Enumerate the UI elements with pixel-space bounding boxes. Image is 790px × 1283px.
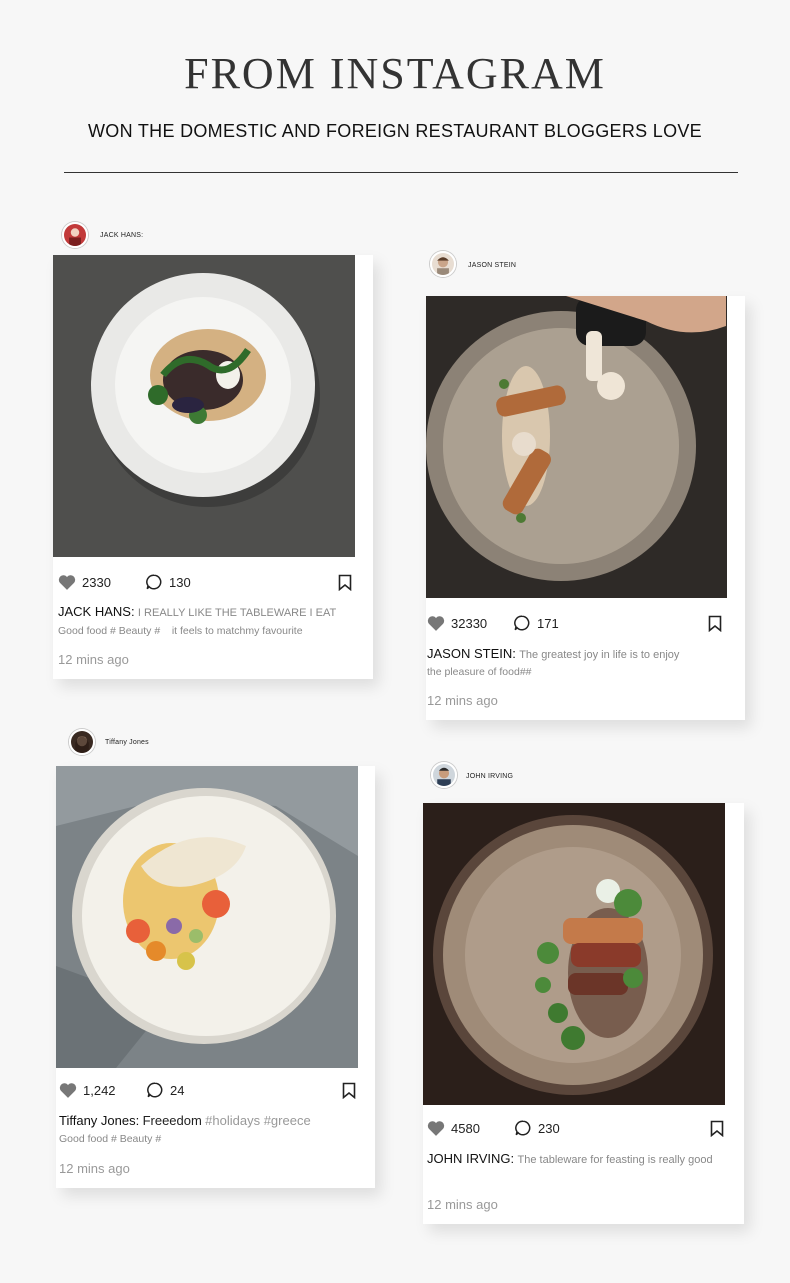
post-card: 1,242 24 Tiffany Jones: Freeedom #holida… bbox=[56, 766, 375, 1188]
like-count[interactable]: 1,242 bbox=[59, 1082, 116, 1098]
post-card: 2330 130 JACK HANS: I REALLY LIKE THE TA… bbox=[53, 255, 373, 679]
post-username[interactable]: JACK HANS: bbox=[100, 232, 143, 239]
post-photo[interactable] bbox=[426, 296, 727, 598]
comment-count-value: 130 bbox=[169, 574, 191, 590]
comment-count[interactable]: 230 bbox=[514, 1119, 560, 1137]
bookmark-icon[interactable] bbox=[710, 1120, 724, 1137]
post-caption: JASON STEIN: The greatest joy in life is… bbox=[427, 645, 737, 664]
post-tags: the pleasure of food## bbox=[427, 666, 532, 678]
post-time: 12 mins ago bbox=[427, 1197, 498, 1212]
comment-count-value: 230 bbox=[538, 1120, 560, 1136]
like-count-value: 2330 bbox=[82, 574, 111, 590]
page-title: FROM INSTAGRAM bbox=[184, 49, 606, 98]
post-tags: Good food # Beauty # it feels to matchmy… bbox=[58, 625, 303, 637]
post-time: 12 mins ago bbox=[59, 1161, 130, 1176]
avatar[interactable] bbox=[430, 251, 456, 277]
heart-icon bbox=[427, 616, 445, 631]
comment-count[interactable]: 24 bbox=[146, 1081, 184, 1099]
comment-count-value: 171 bbox=[537, 615, 559, 631]
post-caption: JACK HANS: I REALLY LIKE THE TABLEWARE I… bbox=[58, 603, 368, 622]
post-card: 4580 230 JOHN IRVING: The tableware for … bbox=[423, 803, 744, 1224]
avatar[interactable] bbox=[69, 729, 95, 755]
post-tags: Good food # Beauty # bbox=[59, 1133, 162, 1145]
post-photo[interactable] bbox=[53, 255, 355, 557]
post-time: 12 mins ago bbox=[58, 652, 129, 667]
caption-text: I REALLY LIKE THE TABLEWARE I EAT bbox=[137, 607, 337, 619]
comment-count[interactable]: 171 bbox=[513, 614, 559, 632]
caption-text: The tableware for feasting is really goo… bbox=[517, 1154, 713, 1166]
page-subtitle: WON THE DOMESTIC AND FOREIGN RESTAURANT … bbox=[88, 121, 702, 141]
post-photo[interactable] bbox=[423, 803, 725, 1105]
comment-icon bbox=[146, 574, 162, 590]
like-count[interactable]: 4580 bbox=[427, 1120, 480, 1136]
heart-icon bbox=[58, 575, 76, 590]
avatar[interactable] bbox=[62, 222, 88, 248]
divider bbox=[64, 172, 738, 173]
avatar[interactable] bbox=[431, 762, 457, 788]
comment-icon bbox=[515, 1120, 531, 1136]
heart-icon bbox=[427, 1121, 445, 1136]
post-time: 12 mins ago bbox=[427, 693, 498, 708]
caption-username[interactable]: JASON STEIN: bbox=[427, 646, 516, 661]
post-photo[interactable] bbox=[56, 766, 358, 1068]
caption-username[interactable]: JACK HANS: bbox=[58, 604, 135, 619]
caption-username[interactable]: JOHN IRVING: bbox=[427, 1151, 514, 1166]
post-username[interactable]: JOHN IRVING bbox=[466, 773, 513, 780]
post-username[interactable]: Tiffany Jones bbox=[105, 739, 149, 746]
caption-text: The greatest joy in life is to enjoy bbox=[519, 649, 680, 661]
post-card: 32330 171 JASON STEIN: The greatest joy … bbox=[426, 296, 745, 720]
like-count[interactable]: 2330 bbox=[58, 574, 111, 590]
like-count-value: 32330 bbox=[451, 615, 488, 631]
like-count-value: 1,242 bbox=[83, 1082, 116, 1098]
caption-hashtags[interactable]: #holidays #greece bbox=[205, 1113, 311, 1128]
like-count[interactable]: 32330 bbox=[427, 615, 487, 631]
heart-icon bbox=[59, 1083, 77, 1098]
caption-username[interactable]: Tiffany Jones: bbox=[59, 1113, 139, 1128]
post-caption: Tiffany Jones: Freeedom #holidays #greec… bbox=[59, 1112, 369, 1130]
comment-count[interactable]: 130 bbox=[145, 573, 191, 591]
bookmark-icon[interactable] bbox=[338, 574, 352, 591]
bookmark-icon[interactable] bbox=[708, 615, 722, 632]
like-count-value: 4580 bbox=[451, 1120, 480, 1136]
caption-text: Freeedom bbox=[142, 1113, 202, 1128]
comment-icon bbox=[147, 1082, 163, 1098]
bookmark-icon[interactable] bbox=[342, 1082, 356, 1099]
comment-icon bbox=[514, 615, 530, 631]
post-username[interactable]: JASON STEIN bbox=[468, 262, 516, 269]
comment-count-value: 24 bbox=[170, 1082, 185, 1098]
post-caption: JOHN IRVING: The tableware for feasting … bbox=[427, 1150, 739, 1169]
